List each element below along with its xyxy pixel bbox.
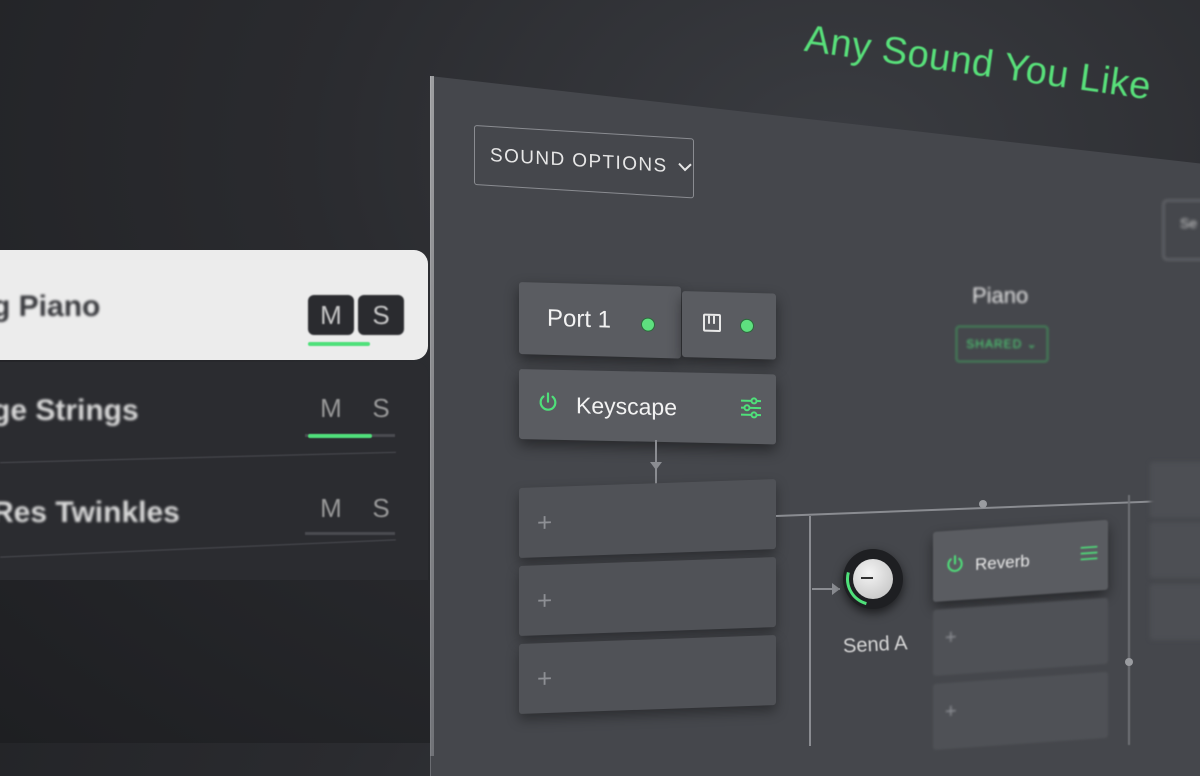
chevron-down-icon [678,158,692,177]
track-name: g Piano [0,290,100,324]
add-icon: + [537,585,552,617]
routing-node [1125,658,1133,666]
plugin-reverb[interactable]: Reverb [933,520,1108,602]
mute-button[interactable]: M [308,388,354,428]
send-arrow [812,588,840,590]
routing-node [979,500,987,508]
routing-line [1128,495,1130,745]
empty-insert-slot[interactable]: + [933,672,1108,750]
knob-cap [853,559,893,599]
port-button[interactable]: Port 1 [519,282,681,359]
level-meter-track [305,532,395,535]
knob-indicator [861,577,873,579]
empty-insert-slot[interactable]: + [519,557,776,636]
divider [0,539,396,557]
level-meter [308,434,372,438]
plugin-label: Keyscape [576,392,677,421]
sliders-icon[interactable] [1079,542,1099,563]
divider [0,452,396,463]
plugin-label: Reverb [975,551,1030,575]
sliders-icon[interactable] [739,396,763,421]
mute-button[interactable]: M [308,295,354,335]
solo-button[interactable]: S [358,388,404,428]
sound-options-label: SOUND OPTIONS [490,145,668,178]
blurred-slot[interactable] [1150,522,1200,578]
empty-insert-slot[interactable]: + [519,635,776,714]
headline: Any Sound You Like [802,18,1154,109]
send-label: Send A [842,632,908,658]
track-list: g Piano M S ge Strings M S Res Twinkles … [0,0,430,743]
instrument-title: Piano [972,283,1028,309]
add-icon: + [537,507,552,539]
shared-label: SHARED [966,337,1022,351]
add-icon: + [945,626,957,650]
panel-edge [430,76,434,756]
solo-button[interactable]: S [358,488,404,528]
chevron-down-icon: ⌄ [1027,337,1038,351]
empty-insert-slot[interactable]: + [519,479,776,558]
port-label: Port 1 [547,305,611,335]
solo-button[interactable]: S [358,295,404,335]
add-icon: + [537,663,552,695]
power-icon[interactable] [537,391,559,413]
settings-button[interactable]: Se [1163,200,1200,260]
piano-keys-icon [703,314,721,333]
routing-line [809,516,811,746]
empty-insert-slot[interactable]: + [933,598,1108,676]
midi-input-button[interactable] [682,291,776,360]
blurred-slot[interactable] [1150,584,1200,640]
track-name: Res Twinkles [0,496,180,530]
midi-status-indicator [740,319,754,333]
track-item-strings[interactable]: ge Strings M S [0,362,428,472]
power-icon[interactable] [945,554,965,575]
mute-button[interactable]: M [308,488,354,528]
send-a-knob[interactable] [843,549,903,609]
track-name: ge Strings [0,394,139,428]
blurred-slot[interactable] [1150,462,1200,518]
port-status-indicator [641,317,655,331]
level-meter [308,342,370,346]
plugin-keyscape[interactable]: Keyscape [519,369,776,444]
track-item-twinkles[interactable]: Res Twinkles M S [0,470,428,580]
shared-dropdown[interactable]: SHARED ⌄ [956,326,1048,362]
track-item-piano[interactable]: g Piano M S [0,250,428,360]
add-icon: + [945,700,957,724]
